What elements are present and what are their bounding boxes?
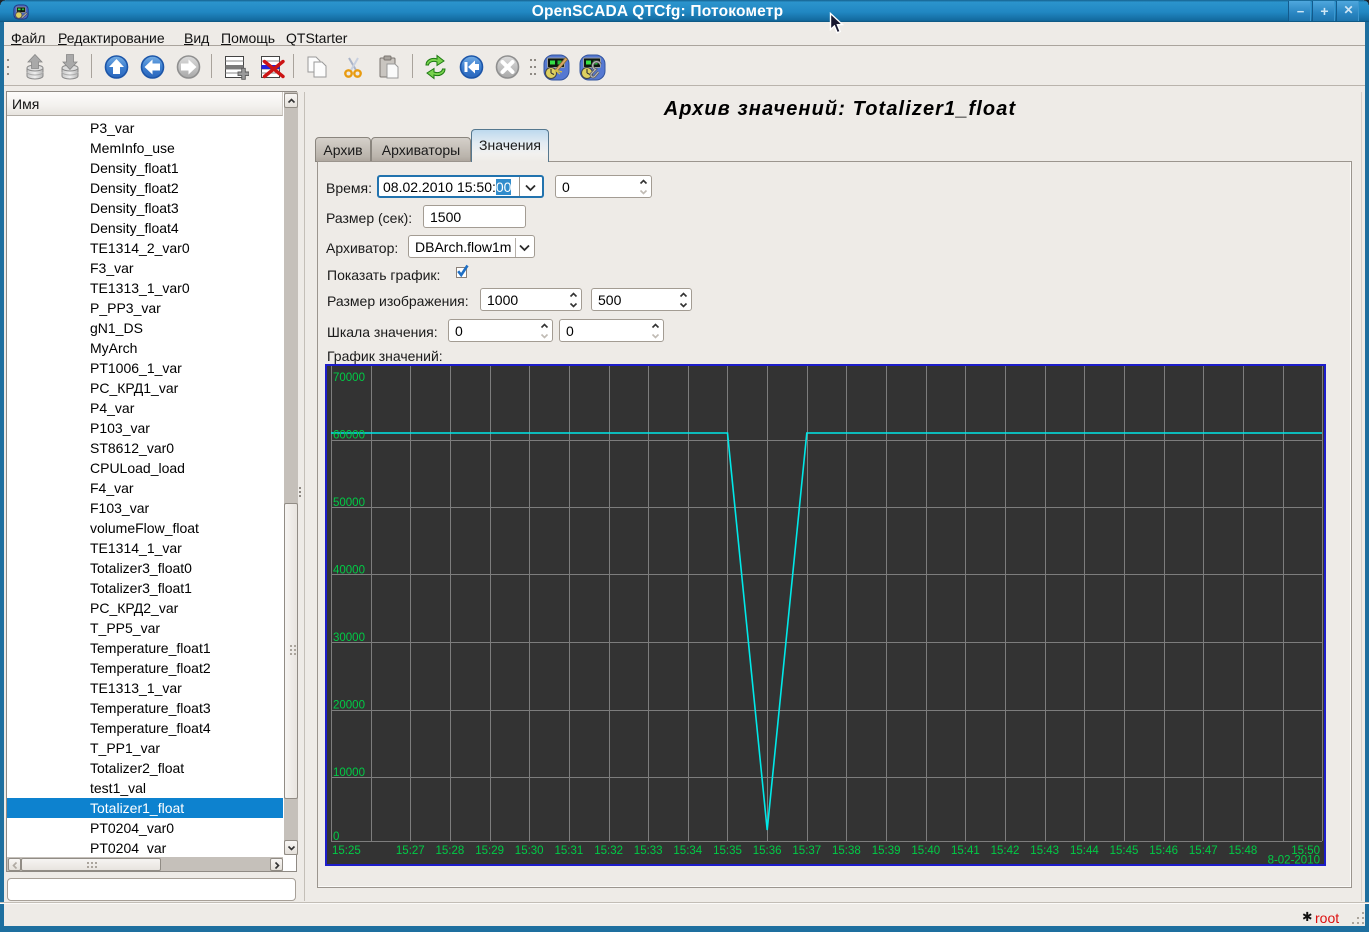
svg-text:15:30: 15:30 [515,845,544,857]
svg-text:15:47: 15:47 [1189,845,1218,857]
svg-text:15:41: 15:41 [951,845,980,857]
svg-text:15:28: 15:28 [436,845,465,857]
svg-text:8-02-2010: 8-02-2010 [1268,855,1320,867]
svg-text:15:29: 15:29 [475,845,504,857]
svg-text:15:27: 15:27 [396,845,425,857]
svg-text:0: 0 [333,831,339,843]
svg-text:15:36: 15:36 [753,845,782,857]
svg-text:15:37: 15:37 [792,845,821,857]
svg-text:15:46: 15:46 [1149,845,1178,857]
svg-text:15:42: 15:42 [991,845,1020,857]
svg-text:15:39: 15:39 [872,845,901,857]
svg-text:15:38: 15:38 [832,845,861,857]
svg-text:15:25: 15:25 [332,845,361,857]
svg-text:15:40: 15:40 [911,845,940,857]
svg-text:15:31: 15:31 [555,845,584,857]
svg-text:50000: 50000 [333,497,365,509]
svg-text:15:34: 15:34 [673,845,702,857]
svg-text:15:43: 15:43 [1030,845,1059,857]
svg-text:15:48: 15:48 [1229,845,1258,857]
svg-text:15:44: 15:44 [1070,845,1099,857]
svg-text:15:32: 15:32 [594,845,623,857]
svg-text:10000: 10000 [333,767,365,779]
svg-text:60000: 60000 [333,430,365,442]
svg-text:15:45: 15:45 [1110,845,1139,857]
svg-text:30000: 30000 [333,632,365,644]
svg-text:20000: 20000 [333,700,365,712]
svg-text:40000: 40000 [333,565,365,577]
svg-text:70000: 70000 [333,372,365,384]
svg-text:15:35: 15:35 [713,845,742,857]
svg-text:15:33: 15:33 [634,845,663,857]
